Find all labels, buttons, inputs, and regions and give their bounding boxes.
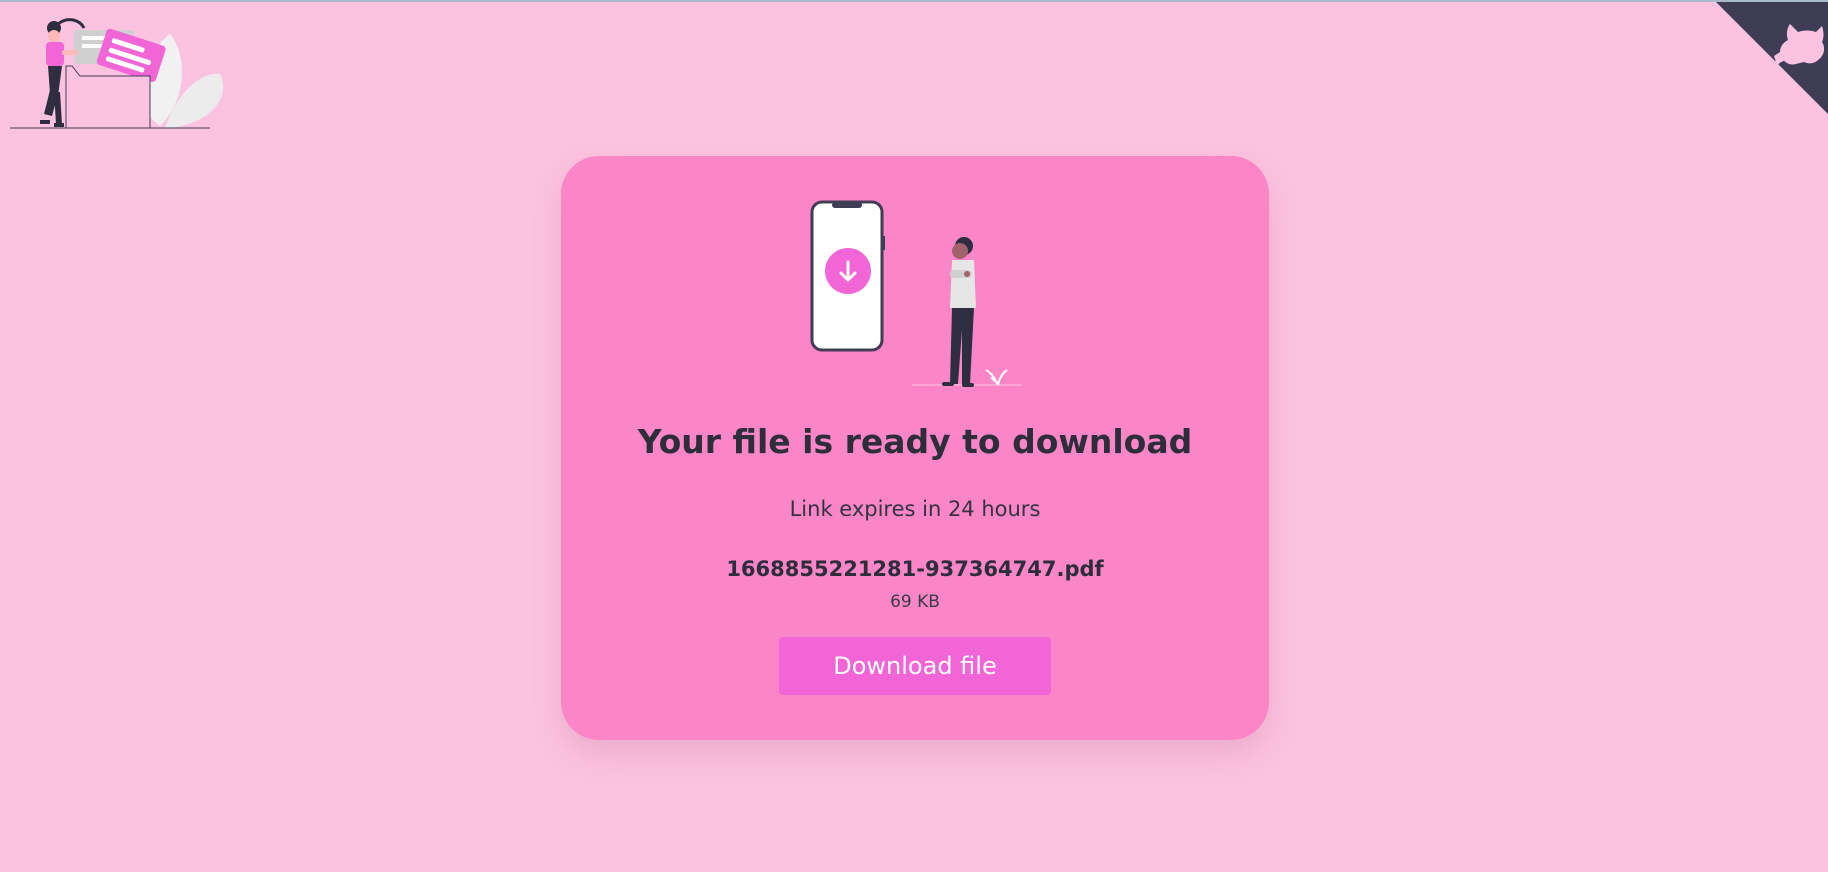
download-file-button[interactable]: Download file: [779, 637, 1051, 695]
file-size: 69 KB: [890, 592, 940, 612]
files-folder-illustration-icon: [10, 18, 224, 129]
github-corner-link[interactable]: [1716, 2, 1828, 114]
expiry-text: Link expires in 24 hours: [789, 497, 1041, 521]
download-card: Your file is ready to download Link expi…: [561, 156, 1269, 740]
page-title: Your file is ready to download: [637, 422, 1193, 461]
phone-download-person-illustration: [810, 200, 1022, 387]
file-name: 1668855221281-937364747.pdf: [726, 557, 1104, 581]
